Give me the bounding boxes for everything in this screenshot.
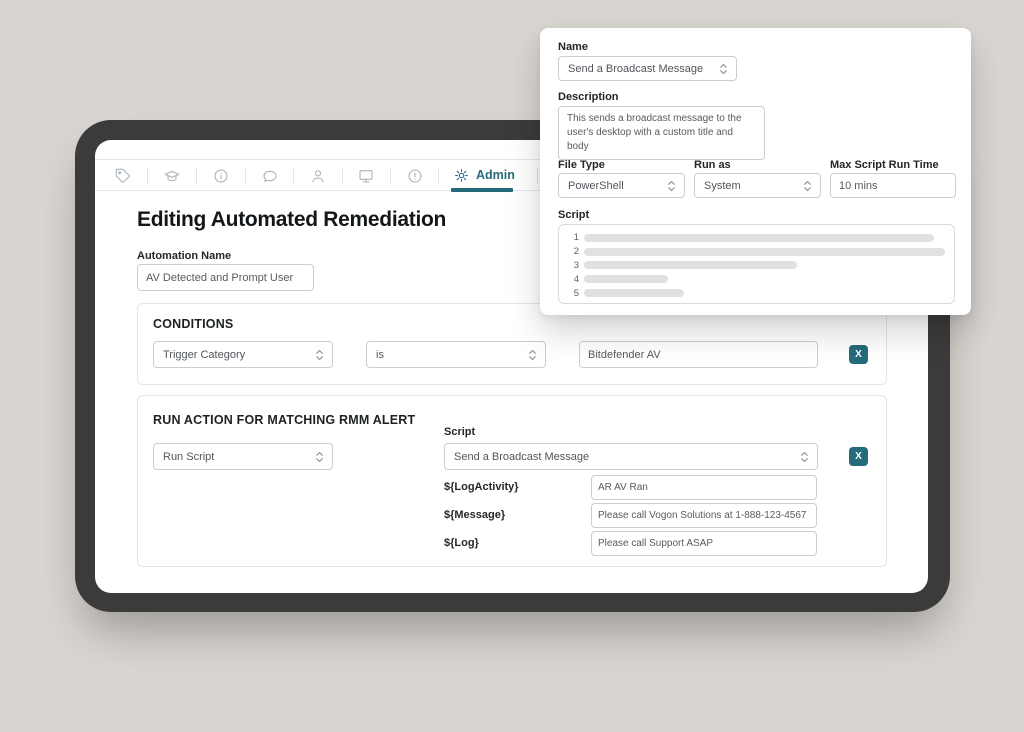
tab-admin[interactable]: Admin xyxy=(454,160,515,190)
alert-circle-icon[interactable] xyxy=(407,168,423,184)
select-chevrons-icon xyxy=(800,450,809,464)
max-run-time-label: Max Script Run Time xyxy=(830,159,939,171)
operator-value: is xyxy=(376,349,384,361)
remove-action-label: X xyxy=(855,452,862,462)
page-background: Admin Editing Automated Remediation Auto… xyxy=(0,0,1024,732)
script-code-editor[interactable]: 1 2 3 4 5 xyxy=(558,224,955,304)
script-label: Script xyxy=(558,209,589,221)
run-as-select[interactable]: System xyxy=(694,173,821,198)
nav-divider xyxy=(438,169,439,183)
select-chevrons-icon xyxy=(667,179,676,193)
file-type-label: File Type xyxy=(558,159,605,171)
select-chevrons-icon xyxy=(315,450,324,464)
nav-divider xyxy=(293,169,294,183)
line-number: 5 xyxy=(567,288,579,299)
active-tab-underline xyxy=(451,188,513,192)
action-value: Run Script xyxy=(163,451,214,463)
code-placeholder-bar xyxy=(584,289,684,297)
code-placeholder-bar xyxy=(584,261,797,269)
script-line: 3 xyxy=(567,259,954,273)
script-line: 4 xyxy=(567,272,954,286)
param-name: ${Message} xyxy=(444,509,505,521)
remove-action-button[interactable]: X xyxy=(849,447,868,466)
script-select[interactable]: Send a Broadcast Message xyxy=(444,443,818,470)
script-detail-panel: Name Send a Broadcast Message Descriptio… xyxy=(540,28,971,315)
name-select-value: Send a Broadcast Message xyxy=(568,63,703,75)
page-title: Editing Automated Remediation xyxy=(137,208,446,232)
description-label: Description xyxy=(558,91,619,103)
conditions-heading: CONDITIONS xyxy=(153,317,233,331)
script-param-row: ${Message} xyxy=(444,503,818,528)
monitor-icon[interactable] xyxy=(358,168,374,184)
run-as-label: Run as xyxy=(694,159,731,171)
code-placeholder-bar xyxy=(584,275,668,283)
select-chevrons-icon xyxy=(528,348,537,362)
operator-select[interactable]: is xyxy=(366,341,546,368)
graduation-cap-icon[interactable] xyxy=(164,168,180,184)
name-select[interactable]: Send a Broadcast Message xyxy=(558,56,737,81)
code-placeholder-bar xyxy=(584,248,945,256)
script-line: 5 xyxy=(567,286,954,300)
gear-icon xyxy=(454,168,469,183)
script-line: 1 xyxy=(567,231,954,245)
max-run-time-input[interactable] xyxy=(830,173,956,198)
info-circle-icon[interactable] xyxy=(213,168,229,184)
trigger-category-select[interactable]: Trigger Category xyxy=(153,341,333,368)
select-chevrons-icon xyxy=(315,348,324,362)
file-type-value: PowerShell xyxy=(568,180,624,192)
line-number: 2 xyxy=(567,246,579,257)
remove-condition-label: X xyxy=(855,350,862,360)
nav-divider xyxy=(537,169,538,183)
run-action-card: RUN ACTION FOR MATCHING RMM ALERT Run Sc… xyxy=(137,395,887,567)
script-param-row: ${Log} xyxy=(444,531,818,556)
nav-divider xyxy=(342,169,343,183)
script-line: 2 xyxy=(567,245,954,259)
tag-icon[interactable] xyxy=(115,168,131,184)
conditions-card: CONDITIONS Trigger Category is X xyxy=(137,303,887,385)
trigger-category-value: Trigger Category xyxy=(163,349,245,361)
line-number: 4 xyxy=(567,274,579,285)
line-number: 1 xyxy=(567,232,579,243)
script-select-label: Script xyxy=(444,426,475,438)
param-log-input[interactable] xyxy=(591,531,817,556)
nav-divider xyxy=(245,169,246,183)
line-number: 3 xyxy=(567,260,579,271)
param-logactivity-input[interactable] xyxy=(591,475,817,500)
param-name: ${LogActivity} xyxy=(444,481,519,493)
description-textarea[interactable]: This sends a broadcast message to the us… xyxy=(558,106,765,160)
select-chevrons-icon xyxy=(719,62,728,76)
automation-name-label: Automation Name xyxy=(137,250,231,262)
user-icon[interactable] xyxy=(310,168,326,184)
chat-bubble-icon[interactable] xyxy=(262,168,278,184)
nav-divider xyxy=(390,169,391,183)
nav-divider xyxy=(147,169,148,183)
param-message-input[interactable] xyxy=(591,503,817,528)
run-action-heading: RUN ACTION FOR MATCHING RMM ALERT xyxy=(153,413,415,427)
file-type-select[interactable]: PowerShell xyxy=(558,173,685,198)
run-as-value: System xyxy=(704,180,741,192)
script-param-row: ${LogActivity} xyxy=(444,475,818,500)
select-chevrons-icon xyxy=(803,179,812,193)
condition-value-input[interactable] xyxy=(579,341,818,368)
name-label: Name xyxy=(558,41,588,53)
action-select[interactable]: Run Script xyxy=(153,443,333,470)
automation-name-input[interactable] xyxy=(137,264,314,291)
nav-divider xyxy=(196,169,197,183)
remove-condition-button[interactable]: X xyxy=(849,345,868,364)
param-name: ${Log} xyxy=(444,537,479,549)
code-placeholder-bar xyxy=(584,234,934,242)
tab-admin-label: Admin xyxy=(476,168,515,182)
script-select-value: Send a Broadcast Message xyxy=(454,451,589,463)
